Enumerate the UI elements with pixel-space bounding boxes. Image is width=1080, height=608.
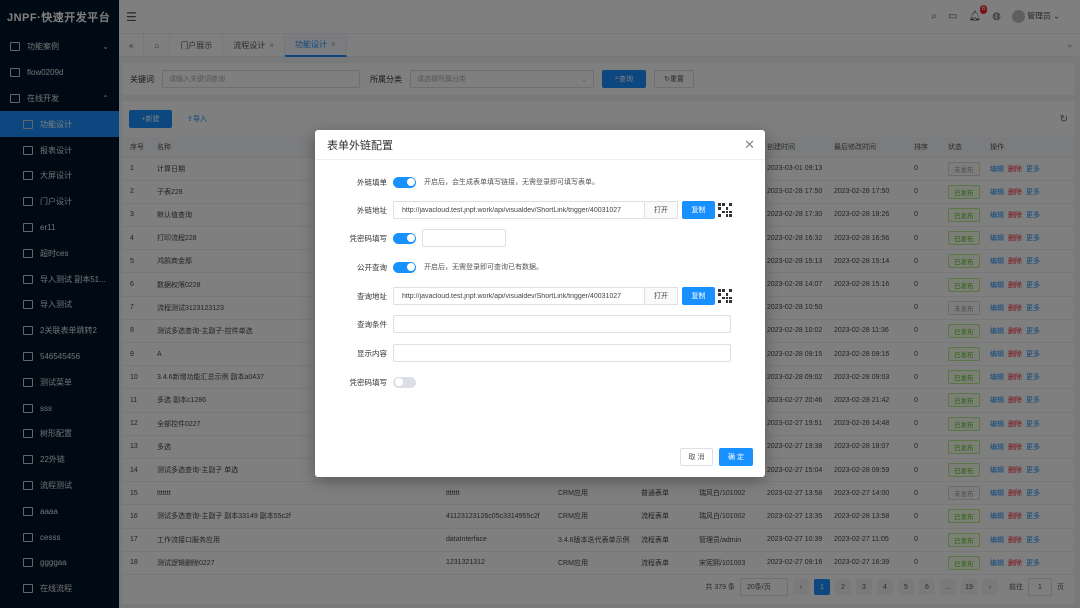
- query-open-button[interactable]: 打开: [645, 287, 678, 305]
- display-content-row: 显示内容: [315, 344, 731, 362]
- public-query-switch[interactable]: [393, 261, 416, 273]
- public-query-row: 公开查询 开启后，无需登录即可查询已有数据。: [315, 258, 543, 276]
- external-fill-label: 外链填单: [357, 177, 387, 187]
- public-query-label: 公开查询: [357, 262, 387, 272]
- qrcode-icon[interactable]: [718, 203, 732, 217]
- qrcode-icon[interactable]: [718, 289, 732, 303]
- external-copy-button[interactable]: 复制: [682, 201, 715, 219]
- confirm-label: 确 定: [728, 454, 744, 461]
- dialog-header: 表单外链配置 ✕: [315, 130, 765, 160]
- password-fill-switch[interactable]: [393, 232, 416, 244]
- copy-label: 复制: [691, 293, 706, 300]
- query-url-field[interactable]: http://javacloud.test.jnpf.work/api/visu…: [393, 287, 645, 305]
- cancel-label: 取 消: [688, 454, 705, 461]
- external-url-field[interactable]: http://javacloud.test.jnpf.work/api/visu…: [393, 201, 645, 219]
- external-url-row: 外链地址 http://javacloud.test.jnpf.work/api…: [315, 201, 732, 219]
- external-fill-switch[interactable]: [393, 176, 416, 188]
- query-copy-button[interactable]: 复制: [682, 287, 715, 305]
- password-fill-input[interactable]: [422, 229, 506, 247]
- display-content-select[interactable]: [393, 344, 731, 362]
- open-label: 打开: [654, 293, 668, 300]
- password-query-label: 凭密码填写: [349, 377, 388, 387]
- external-open-button[interactable]: 打开: [645, 201, 678, 219]
- query-url-value: http://javacloud.test.jnpf.work/api/visu…: [402, 292, 622, 300]
- external-url-value: http://javacloud.test.jnpf.work/api/visu…: [402, 206, 622, 214]
- external-fill-row: 外链填单 开启后，会生成表单填写链接，无需登录即可填写表单。: [315, 173, 599, 191]
- confirm-button[interactable]: 确 定: [719, 448, 753, 466]
- close-icon[interactable]: ✕: [744, 137, 755, 153]
- password-fill-row: 凭密码填写: [315, 229, 506, 247]
- public-query-hint: 开启后，无需登录即可查询已有数据。: [424, 264, 543, 271]
- query-condition-select[interactable]: [393, 315, 731, 333]
- password-query-switch[interactable]: [393, 376, 416, 388]
- share-link-dialog: 表单外链配置 ✕ 外链填单 开启后，会生成表单填写链接，无需登录即可填写表单。 …: [315, 130, 765, 477]
- external-fill-hint: 开启后，会生成表单填写链接，无需登录即可填写表单。: [424, 179, 599, 186]
- password-query-row: 凭密码填写: [315, 373, 416, 391]
- dialog-footer: 取 消 确 定: [680, 448, 753, 466]
- query-condition-row: 查询条件: [315, 315, 731, 333]
- external-url-label: 外链地址: [357, 205, 387, 215]
- password-fill-label: 凭密码填写: [349, 233, 388, 243]
- cancel-button[interactable]: 取 消: [680, 448, 713, 466]
- dialog-title: 表单外链配置: [327, 139, 393, 152]
- query-url-label: 查询地址: [357, 291, 387, 301]
- display-content-label: 显示内容: [357, 348, 387, 358]
- open-label: 打开: [654, 207, 668, 214]
- query-condition-label: 查询条件: [357, 319, 387, 329]
- copy-label: 复制: [691, 207, 706, 214]
- query-url-row: 查询地址 http://javacloud.test.jnpf.work/api…: [315, 287, 732, 305]
